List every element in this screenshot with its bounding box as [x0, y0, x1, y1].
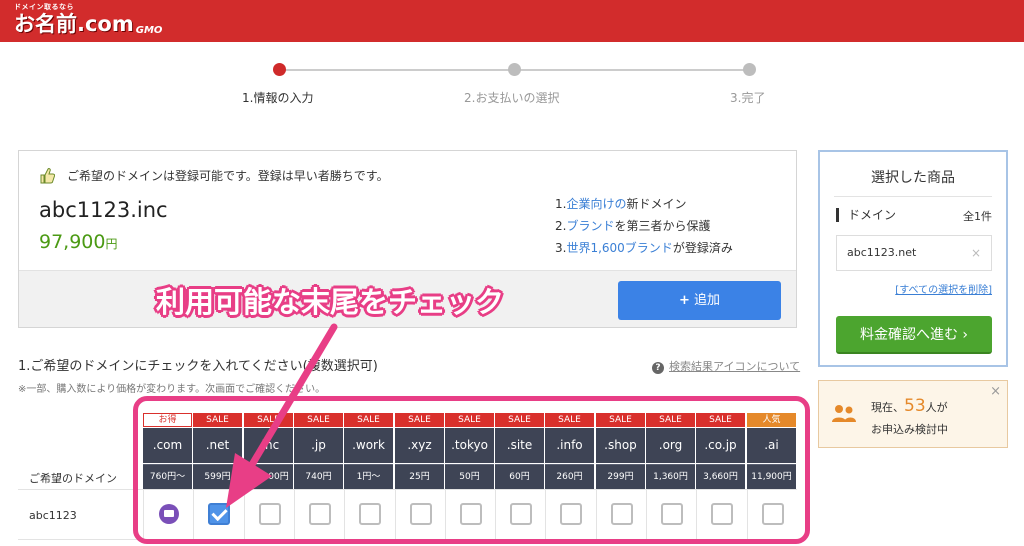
question-icon: ? [652, 362, 664, 374]
icon-help-link[interactable]: ? 検索結果アイコンについて [652, 358, 800, 374]
help-link-label: 検索結果アイコンについて [669, 360, 801, 373]
checkout-label: 料金確認へ進む [859, 327, 958, 343]
feature-highlight: ブランド [566, 219, 615, 233]
cart-divider [834, 196, 992, 197]
logo-main: お名前.com [14, 12, 134, 36]
feature-prefix: 2. [555, 219, 567, 233]
cart-item: abc1123.net × [836, 235, 992, 271]
cart-panel: 選択した商品 ドメイン 全1件 abc1123.net × [すべての選択を削除]… [818, 150, 1008, 367]
viewers-prefix: 現在、 [871, 401, 904, 414]
viewers-count: 53 [904, 396, 926, 416]
close-icon[interactable]: × [990, 384, 1001, 399]
viewers-notice: 現在、53人が お申込み検討中 × [818, 380, 1008, 448]
domain-row-label: abc1123 [29, 509, 77, 522]
domain-name: abc1123.inc [39, 198, 168, 222]
step-dot-1 [273, 63, 286, 76]
price-unit: 円 [105, 237, 118, 251]
annotation-callout: 利用可能な末尾をチェック [156, 285, 505, 319]
feature-item: 3.世界1,600ブランドが登録済み [555, 239, 733, 256]
onamae-logo[interactable]: ドメイン取るなら お名前.com GMO [14, 3, 162, 36]
feature-rest: 新ドメイン [626, 197, 687, 211]
logo-gmo: GMO [135, 25, 163, 36]
cart-item-label: abc1123.net [847, 246, 917, 259]
step-dot-2 [508, 63, 521, 76]
step-label-3: 3.完了 [730, 91, 766, 105]
plus-icon: + [679, 293, 690, 308]
feature-item: 2.ブランドを第三者から保護 [555, 217, 710, 234]
feature-highlight: 企業向けの [566, 197, 627, 211]
feature-highlight: 世界1,600ブランド [566, 241, 673, 255]
feature-rest: が登録済み [672, 241, 733, 255]
thumbs-up-icon [40, 168, 55, 184]
step-label-1: 1.情報の入力 [242, 91, 314, 105]
cart-section-label: ドメイン [836, 208, 896, 222]
viewers-line1: 現在、53人が [871, 396, 948, 416]
selection-title: 1.ご希望のドメインにチェックを入れてください(複数選択可) [18, 359, 378, 374]
domain-price: 97,900円 [39, 231, 118, 253]
cart-count: 全1件 [963, 210, 992, 223]
feature-rest: を第三者から保護 [614, 219, 711, 233]
feature-prefix: 3. [555, 241, 567, 255]
cart-title: 選択した商品 [871, 170, 955, 186]
availability-message: ご希望のドメインは登録可能です。登録は早い者勝ちです。 [67, 169, 389, 183]
logo-tagline: ドメイン取るなら [14, 3, 74, 11]
remove-icon[interactable]: × [971, 236, 981, 270]
feature-prefix: 1. [555, 197, 567, 211]
desired-domain-header: ご希望のドメイン [29, 472, 117, 485]
step-label-2: 2.お支払いの選択 [464, 91, 560, 105]
annotation-highlight-box [133, 396, 810, 544]
people-icon [832, 405, 856, 422]
price-value: 97,900 [39, 231, 106, 253]
selection-note: ※一部、購入数により価格が変わります。次画面でご確認ください。 [18, 384, 326, 395]
checkout-button[interactable]: 料金確認へ進む › [836, 316, 992, 354]
viewers-suffix: 人が [925, 401, 948, 414]
feature-item: 1.企業向けの新ドメイン [555, 195, 686, 212]
add-button-label: 追加 [693, 293, 720, 308]
step-dot-3 [743, 63, 756, 76]
add-button[interactable]: + 追加 [618, 281, 781, 320]
chevron-right-icon: › [962, 327, 969, 343]
clear-all-link[interactable]: [すべての選択を削除] [895, 281, 992, 296]
viewers-line2: お申込み検討中 [871, 423, 948, 436]
site-header: ドメイン取るなら お名前.com GMO [0, 0, 1024, 42]
